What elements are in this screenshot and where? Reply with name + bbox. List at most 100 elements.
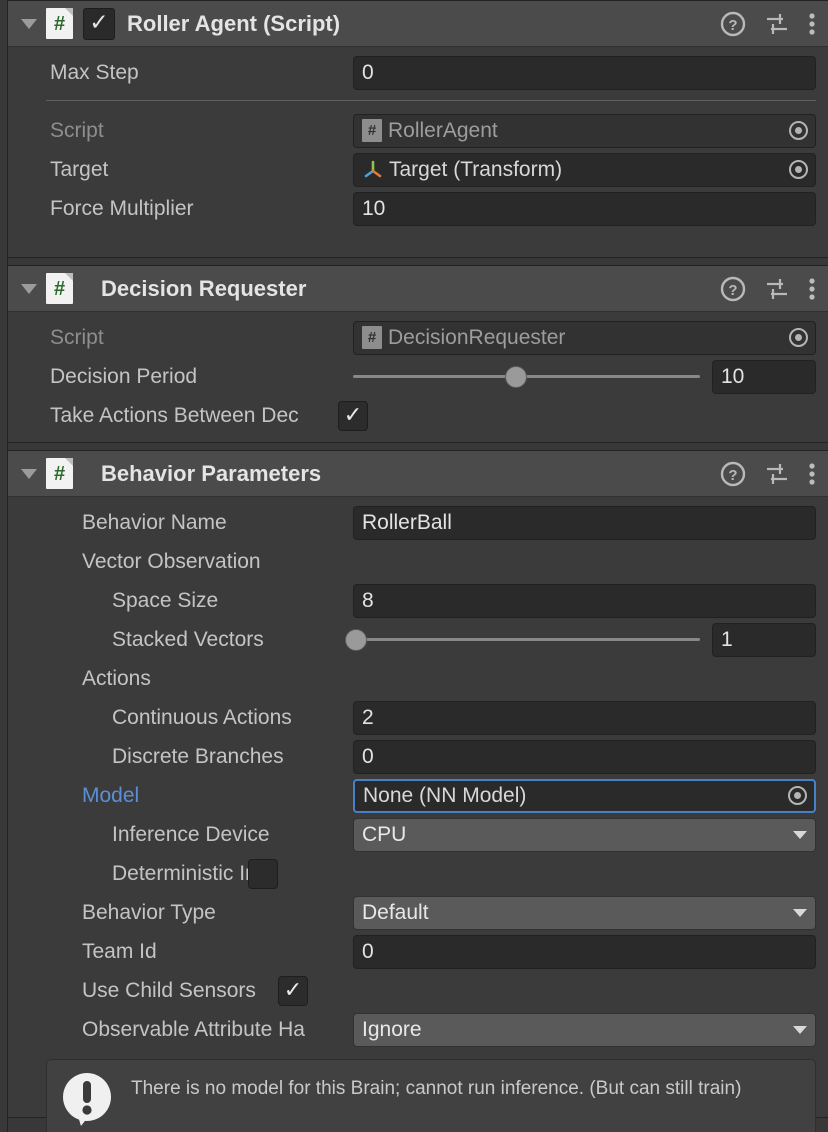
checkbox-use-child-sensors[interactable]: ✓ (278, 975, 308, 1006)
label-behavior-type: Behavior Type (82, 900, 216, 924)
input-behavior-name[interactable]: RollerBall (353, 505, 816, 540)
objectfield-script-value: RollerAgent (388, 118, 498, 142)
input-stacked-vectors[interactable]: 1 (712, 622, 816, 657)
row-behavior-name: Behavior Name RollerBall (8, 503, 828, 542)
slider-handle[interactable] (505, 365, 528, 388)
label-script: Script (50, 118, 104, 142)
chevron-down-icon (793, 830, 807, 839)
label-use-child-sensors: Use Child Sensors (82, 978, 256, 1002)
object-picker-icon[interactable] (780, 781, 814, 811)
component-behavior-parameters: # Behavior Parameters ? Behavior Name Ro (8, 450, 828, 1132)
dropdown-observable-attribute-handling-value: Ignore (362, 1017, 422, 1041)
row-script: Script # RollerAgent (8, 111, 828, 150)
section-divider (46, 100, 816, 101)
behavior-parameters-header[interactable]: # Behavior Parameters ? (8, 451, 828, 497)
help-icon[interactable]: ? (720, 11, 746, 37)
row-behavior-type: Behavior Type Default (8, 893, 828, 932)
row-force-multiplier: Force Multiplier 10 (8, 189, 828, 228)
label-force-multiplier: Force Multiplier (50, 196, 194, 220)
row-space-size: Space Size 8 (8, 581, 828, 620)
dropdown-behavior-type[interactable]: Default (353, 895, 816, 930)
help-icon[interactable]: ? (720, 276, 746, 302)
row-stacked-vectors: Stacked Vectors 1 (8, 620, 828, 659)
chevron-down-icon (793, 908, 807, 917)
checkbox-take-actions-between-decisions[interactable]: ✓ (338, 400, 368, 431)
foldout-arrow-icon[interactable] (18, 278, 40, 300)
label-take-actions-between-decisions: Take Actions Between Dec (50, 403, 299, 427)
objectfield-script: # RollerAgent (353, 113, 816, 148)
checkbox-deterministic-inference[interactable] (248, 858, 278, 889)
row-continuous-actions: Continuous Actions 2 (8, 698, 828, 737)
objectfield-model-value: None (NN Model) (363, 783, 527, 807)
more-menu-icon[interactable] (808, 11, 816, 37)
objectfield-target[interactable]: Target (Transform) (353, 152, 816, 187)
row-script: Script # DecisionRequester (8, 318, 828, 357)
input-decision-period[interactable]: 10 (712, 359, 816, 394)
row-observable-attribute-handling: Observable Attribute Ha Ignore (8, 1010, 828, 1049)
checkmark-icon: ✓ (343, 402, 363, 428)
behavior-parameters-body: Behavior Name RollerBall Vector Observat… (8, 497, 828, 1132)
label-deterministic-inference: Deterministic Inferenc (112, 861, 248, 885)
input-continuous-actions[interactable]: 2 (353, 700, 816, 735)
label-max-step: Max Step (50, 60, 139, 84)
label-script: Script (50, 325, 104, 349)
svg-text:?: ? (728, 467, 737, 484)
row-discrete-branches: Discrete Branches 0 (8, 737, 828, 776)
input-team-id[interactable]: 0 (353, 934, 816, 969)
preset-icon[interactable] (764, 11, 790, 37)
label-team-id: Team Id (82, 939, 157, 963)
script-file-icon: # (46, 458, 73, 489)
svg-text:?: ? (728, 282, 737, 299)
more-menu-icon[interactable] (808, 276, 816, 302)
header-icon-group: ? (720, 276, 816, 302)
object-picker-icon[interactable] (781, 115, 815, 147)
row-take-actions-between-decisions: Take Actions Between Dec ✓ (8, 396, 828, 435)
component-roller-agent: # ✓ Roller Agent (Script) ? Max Step 0 S… (8, 0, 828, 258)
object-picker-icon[interactable] (781, 322, 815, 354)
objectfield-script-value: DecisionRequester (388, 325, 566, 349)
input-space-size[interactable]: 8 (353, 583, 816, 618)
row-deterministic-inference: Deterministic Inferenc (8, 854, 828, 893)
slider-track (353, 638, 700, 641)
input-max-step[interactable]: 0 (353, 55, 816, 90)
decision-requester-body: Script # DecisionRequester Decision Peri… (8, 312, 828, 445)
roller-agent-body: Max Step 0 Script # RollerAgent Target T… (8, 47, 828, 238)
objectfield-target-value: Target (Transform) (389, 157, 563, 181)
row-use-child-sensors: Use Child Sensors ✓ (8, 971, 828, 1010)
help-icon[interactable]: ? (720, 461, 746, 487)
script-file-icon: # (46, 8, 73, 39)
dropdown-observable-attribute-handling[interactable]: Ignore (353, 1012, 816, 1047)
more-menu-icon[interactable] (808, 461, 816, 487)
roller-agent-header[interactable]: # ✓ Roller Agent (Script) ? (8, 1, 828, 47)
label-decision-period: Decision Period (50, 364, 198, 388)
label-behavior-name: Behavior Name (82, 510, 227, 534)
stacked-vectors-slider[interactable] (345, 625, 700, 655)
preset-icon[interactable] (764, 461, 790, 487)
preset-icon[interactable] (764, 276, 790, 302)
object-picker-icon[interactable] (781, 154, 815, 186)
label-vector-observation: Vector Observation (82, 549, 261, 573)
row-decision-period: Decision Period 10 (8, 357, 828, 396)
row-target: Target Target (Transform) (8, 150, 828, 189)
dropdown-inference-device[interactable]: CPU (353, 817, 816, 852)
foldout-arrow-icon[interactable] (18, 13, 40, 35)
label-actions: Actions (82, 666, 151, 690)
component-title: Decision Requester (101, 275, 307, 301)
component-enabled-checkbox[interactable]: ✓ (83, 7, 115, 40)
decision-requester-header[interactable]: # Decision Requester ? (8, 266, 828, 312)
dropdown-behavior-type-value: Default (362, 900, 429, 924)
label-target: Target (50, 157, 109, 181)
input-force-multiplier[interactable]: 10 (353, 191, 816, 226)
decision-period-slider[interactable] (353, 362, 700, 392)
row-actions: Actions (8, 659, 828, 698)
input-discrete-branches[interactable]: 0 (353, 739, 816, 774)
transform-gizmo-icon (364, 160, 382, 177)
label-continuous-actions: Continuous Actions (112, 705, 292, 729)
slider-handle[interactable] (345, 628, 368, 651)
decision-period-slider-group: 10 (353, 359, 816, 394)
svg-text:?: ? (728, 17, 737, 34)
foldout-arrow-icon[interactable] (18, 463, 40, 485)
label-stacked-vectors: Stacked Vectors (112, 627, 264, 651)
label-space-size: Space Size (112, 588, 219, 612)
objectfield-model[interactable]: None (NN Model) (353, 778, 816, 813)
